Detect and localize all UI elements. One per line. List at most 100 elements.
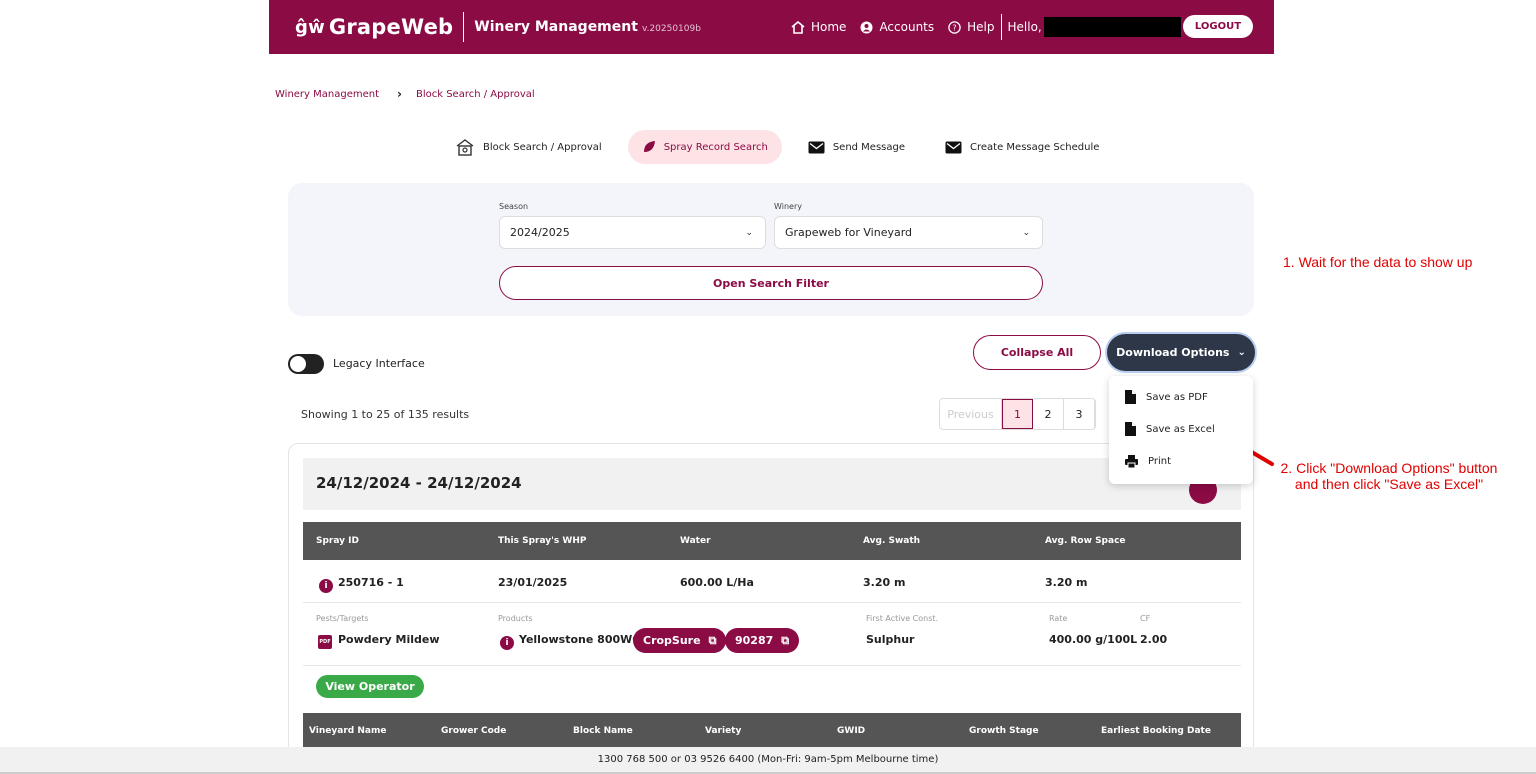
user-circle-icon: [860, 21, 873, 33]
rate-value: 400.00 g/100L: [1049, 633, 1138, 646]
rate-label: Rate: [1049, 614, 1068, 623]
pagination: Previous 1 2 3: [939, 398, 1096, 430]
download-options-label: Download Options: [1116, 346, 1230, 359]
view-operator-button[interactable]: View Operator: [316, 675, 424, 698]
nav-help[interactable]: ? Help: [948, 20, 995, 34]
external-link-icon: ⧉: [708, 633, 717, 647]
season-label: Season: [499, 202, 529, 211]
first-active-label: First Active Const.: [866, 614, 939, 623]
chevron-down-icon: ⌄: [1237, 347, 1246, 358]
product-code-link[interactable]: 90287 ⧉: [725, 628, 800, 653]
spray-table-header: Spray ID This Spray's WHP Water Avg. Swa…: [303, 522, 1241, 560]
save-as-pdf-label: Save as PDF: [1146, 391, 1208, 403]
save-as-excel-label: Save as Excel: [1146, 423, 1215, 435]
pagination-page[interactable]: 1: [1002, 399, 1033, 429]
download-options-menu: Save as PDF Save as Excel Print: [1109, 376, 1253, 484]
column-header: Variety: [705, 726, 742, 736]
chevron-down-icon: ⌄: [745, 228, 753, 238]
cropsure-label: CropSure: [643, 634, 701, 647]
leaf-icon: [643, 141, 655, 152]
spray-id: 250716 - 1: [338, 576, 404, 589]
column-header: Vineyard Name: [309, 726, 387, 736]
breadcrumb-current[interactable]: Block Search / Approval: [416, 89, 535, 100]
nav-help-label: Help: [967, 20, 995, 34]
nav-accounts-label: Accounts: [879, 20, 935, 34]
divider: [303, 665, 1241, 666]
pagination-page[interactable]: 3: [1064, 399, 1095, 429]
product-cell: i Yellowstone 800WG: [500, 633, 641, 650]
collapse-all-button[interactable]: Collapse All: [973, 335, 1101, 370]
column-header: Avg. Row Space: [1045, 536, 1126, 546]
pdf-icon[interactable]: PDF: [318, 635, 332, 649]
water-cell: 600.00 L/Ha: [680, 576, 754, 589]
app-version: v.20250109b: [641, 23, 701, 34]
nav-home-label: Home: [811, 20, 847, 34]
season-value: 2024/2025: [510, 226, 570, 239]
pagination-page[interactable]: 2: [1033, 399, 1064, 429]
pagination-previous[interactable]: Previous: [940, 399, 1002, 429]
spray-record-card: 24/12/2024 - 24/12/2024 Spray ID This Sp…: [288, 443, 1254, 763]
column-header: Growth Stage: [969, 726, 1039, 736]
logo-text: GrapeWeb: [328, 15, 454, 39]
envelope-icon: [808, 141, 825, 153]
logo[interactable]: ĝŵ GrapeWeb: [295, 15, 453, 39]
column-header: GWID: [837, 726, 866, 736]
instruction-step-1: 1. Wait for the data to show up: [1283, 254, 1473, 270]
column-header: Grower Code: [441, 726, 507, 736]
pests-label: Pests/Targets: [316, 614, 369, 623]
column-header: This Spray's WHP: [498, 536, 587, 546]
product-value: Yellowstone 800WG: [519, 633, 642, 646]
redacted-username: [1043, 17, 1181, 37]
winery-label: Winery: [774, 202, 802, 211]
swath-cell: 3.20 m: [863, 576, 906, 589]
file-icon: [1125, 422, 1136, 436]
nav-home[interactable]: Home: [791, 20, 846, 34]
logout-button[interactable]: LOGOUT: [1183, 15, 1253, 38]
breadcrumb-root[interactable]: Winery Management: [275, 89, 379, 100]
save-as-excel-item[interactable]: Save as Excel: [1125, 422, 1215, 436]
cf-label: CF: [1140, 614, 1151, 623]
tab-create-message-schedule[interactable]: Create Message Schedule: [931, 130, 1113, 164]
nav-accounts[interactable]: Accounts: [860, 20, 934, 34]
active-value: Sulphur: [866, 633, 915, 646]
row-space-cell: 3.20 m: [1045, 576, 1088, 589]
tab-send-message-label: Send Message: [832, 141, 906, 153]
footer-contact: 1300 768 500 or 03 9526 6400 (Mon-Fri: 9…: [597, 754, 939, 765]
save-as-pdf-item[interactable]: Save as PDF: [1125, 390, 1208, 404]
tab-spray-record-search[interactable]: Spray Record Search: [627, 130, 782, 164]
product-code-label: 90287: [735, 634, 774, 647]
external-link-icon: ⧉: [781, 633, 790, 647]
print-item[interactable]: Print: [1125, 455, 1171, 468]
print-label: Print: [1148, 456, 1172, 467]
download-options-button[interactable]: Download Options ⌄: [1107, 334, 1255, 371]
column-header: Spray ID: [316, 536, 359, 546]
legacy-interface-toggle[interactable]: [288, 354, 324, 374]
nav-divider: [1000, 14, 1002, 40]
column-header: Avg. Swath: [863, 536, 921, 546]
winery-select[interactable]: Grapeweb for Vineyard ⌄: [774, 216, 1043, 249]
cropsure-link[interactable]: CropSure ⧉: [633, 628, 727, 653]
svg-text:?: ?: [953, 23, 957, 32]
printer-icon: [1125, 455, 1138, 468]
legacy-interface-label: Legacy Interface: [333, 357, 425, 370]
winery-value: Grapeweb for Vineyard: [785, 226, 913, 239]
chevron-right-icon: ›: [397, 87, 402, 101]
module-tabs: Block Search / Approval Spray Record Sea…: [455, 130, 1125, 164]
home-icon: [791, 20, 805, 34]
tab-block-search[interactable]: Block Search / Approval: [455, 130, 616, 164]
info-icon[interactable]: i: [500, 636, 514, 650]
column-header: Earliest Booking Date: [1101, 726, 1211, 736]
header-nav: Home Accounts ? Help Hello,: [791, 0, 1181, 54]
file-icon: [1125, 390, 1136, 404]
open-search-filter-button[interactable]: Open Search Filter: [499, 266, 1043, 300]
products-label: Products: [498, 614, 533, 623]
season-select[interactable]: 2024/2025 ⌄: [499, 216, 766, 249]
app-title: Winery Management: [474, 19, 638, 35]
column-header: Water: [680, 536, 711, 546]
info-icon[interactable]: i: [319, 579, 333, 593]
tab-create-message-schedule-label: Create Message Schedule: [970, 141, 1100, 153]
tab-send-message[interactable]: Send Message: [794, 130, 919, 164]
chevron-down-icon: ⌄: [1022, 228, 1030, 238]
page: ĝŵ GrapeWeb Winery Management v.20250109…: [0, 0, 1536, 774]
top-header: ĝŵ GrapeWeb Winery Management v.20250109…: [269, 0, 1274, 54]
